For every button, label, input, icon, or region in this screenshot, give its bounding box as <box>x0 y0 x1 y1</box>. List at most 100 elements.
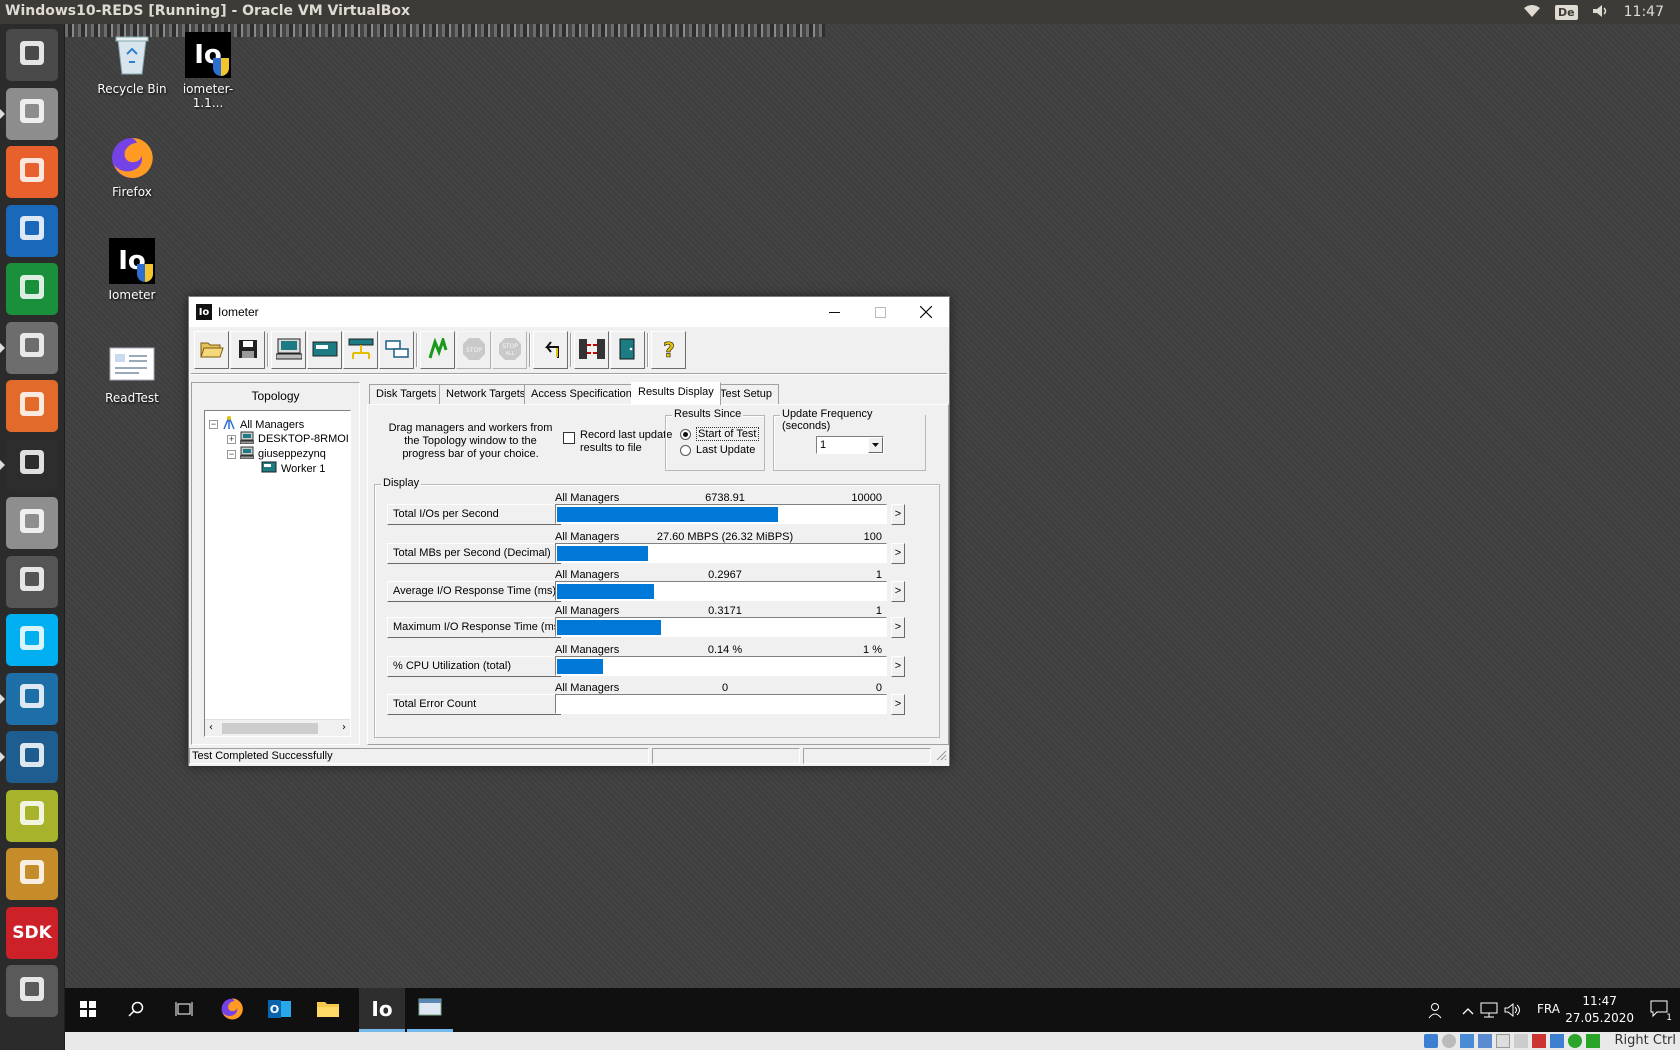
desktop-icon-iometer-installer[interactable]: Io iometer-1.1... <box>170 32 246 110</box>
metric-progress-bar[interactable] <box>555 694 887 714</box>
tree-item-manager-desktop[interactable]: + DESKTOP-8RMOI <box>227 431 349 447</box>
exit-button[interactable] <box>610 331 645 369</box>
desktop-icon-recycle-bin[interactable]: Recycle Bin <box>94 32 170 96</box>
save-config-button[interactable] <box>230 331 265 369</box>
launcher-system-settings[interactable] <box>6 321 58 374</box>
usb-icon[interactable] <box>1460 1034 1474 1048</box>
launcher-files[interactable] <box>6 87 58 140</box>
tree-item-manager-giuseppezynq[interactable]: − giuseppezynq <box>227 446 326 462</box>
start-button[interactable] <box>65 988 111 1032</box>
virtualbox-device-icons[interactable] <box>1424 1034 1600 1048</box>
collapse-icon[interactable]: − <box>209 420 218 429</box>
help-button[interactable]: ? <box>651 331 686 369</box>
resize-grip-icon[interactable] <box>936 750 947 764</box>
shared-folders-icon[interactable] <box>1496 1034 1510 1048</box>
metric-more-button[interactable]: > <box>891 694 905 715</box>
launcher-app-yellow[interactable] <box>6 789 58 842</box>
topology-tree[interactable]: − All Managers + DESKTOP-8RMOI − giusepp… <box>204 410 351 737</box>
tree-item-worker-1[interactable]: Worker 1 <box>261 461 325 476</box>
search-button[interactable] <box>113 988 159 1032</box>
metric-select-button[interactable]: Maximum I/O Response Time (ms) <box>387 617 561 638</box>
stop-all-button[interactable]: STOP ALL <box>492 331 527 369</box>
recording-icon[interactable] <box>1532 1034 1546 1048</box>
collapse-icon[interactable]: − <box>227 449 236 459</box>
taskbar-clock[interactable]: 11:47 27.05.2020 <box>1565 993 1634 1027</box>
metric-more-button[interactable]: > <box>891 504 905 525</box>
tab-access-specifications[interactable]: Access Specifications <box>524 384 645 404</box>
host-clock[interactable]: 11:47 <box>1624 4 1664 20</box>
radio-start-of-test[interactable]: Start of Test <box>680 427 759 441</box>
launcher-app-blue[interactable] <box>6 672 58 725</box>
mouse-integration-icon[interactable] <box>1586 1034 1600 1048</box>
launcher-text-editor[interactable] <box>6 497 58 549</box>
scrollbar-thumb[interactable] <box>222 723 318 734</box>
taskbar-outlook[interactable]: O <box>257 988 303 1032</box>
launcher-system-monitor[interactable] <box>6 731 58 783</box>
network-adapter-icon[interactable] <box>1478 1034 1492 1048</box>
launcher-terminal[interactable] <box>6 438 58 491</box>
desktop-icon-iometer[interactable]: Io Iometer <box>94 238 170 302</box>
launcher-ubuntu-software[interactable] <box>6 380 58 432</box>
taskbar-file-explorer[interactable] <box>305 988 351 1032</box>
action-center-icon[interactable]: 1 <box>1650 1000 1672 1023</box>
network-icon[interactable] <box>1480 1002 1498 1021</box>
tab-test-setup[interactable]: Test Setup <box>713 384 779 404</box>
show-hidden-icons-chevron[interactable] <box>1462 1004 1474 1018</box>
cpu-icon[interactable] <box>1550 1034 1564 1048</box>
metric-more-button[interactable]: > <box>891 656 905 677</box>
taskbar-firefox[interactable] <box>209 988 255 1032</box>
launcher-libreoffice-writer[interactable] <box>6 204 58 257</box>
metric-select-button[interactable]: Total Error Count <box>387 694 561 715</box>
minimize-button[interactable] <box>811 297 857 327</box>
metric-select-button[interactable]: Total I/Os per Second <box>387 504 561 525</box>
disconnect-managers-button[interactable] <box>574 331 609 369</box>
tab-network-targets[interactable]: Network Targets <box>439 384 533 404</box>
launcher-sdk[interactable]: SDK <box>6 906 58 959</box>
launcher-libreoffice-calc[interactable] <box>6 263 58 315</box>
launcher-ubuntu-dash[interactable] <box>6 29 58 81</box>
launcher-firefox[interactable] <box>6 146 58 198</box>
metric-more-button[interactable]: > <box>891 617 905 638</box>
expand-icon[interactable]: + <box>227 434 236 444</box>
topology-horizontal-scrollbar[interactable]: ‹ › <box>205 719 350 736</box>
scroll-right-icon[interactable]: › <box>342 722 346 733</box>
keyboard-layout-indicator[interactable]: De <box>1555 4 1578 20</box>
launcher-trash[interactable] <box>6 965 58 1017</box>
taskbar-readtest[interactable] <box>407 988 453 1032</box>
input-language[interactable]: FRA <box>1537 1002 1560 1016</box>
metric-progress-bar[interactable] <box>555 543 887 563</box>
metric-select-button[interactable]: Total MBs per Second (Decimal) <box>387 543 561 564</box>
start-disk-worker-button[interactable] <box>307 331 342 369</box>
volume-icon[interactable] <box>1592 4 1610 21</box>
update-frequency-select[interactable]: 1 <box>816 436 884 454</box>
optical-drive-icon[interactable] <box>1442 1034 1456 1048</box>
metric-progress-bar[interactable] <box>555 581 887 601</box>
scroll-left-icon[interactable]: ‹ <box>209 722 213 733</box>
start-tests-button[interactable] <box>420 331 455 369</box>
launcher-skype[interactable] <box>6 614 58 666</box>
metric-more-button[interactable]: > <box>891 581 905 602</box>
metric-progress-bar[interactable] <box>555 656 887 676</box>
launcher-app-search[interactable] <box>6 848 58 900</box>
launcher-disks[interactable] <box>6 555 58 608</box>
close-button[interactable] <box>903 297 949 327</box>
iometer-title-bar[interactable]: Io Iometer <box>189 297 949 327</box>
hard-disk-icon[interactable] <box>1424 1034 1438 1048</box>
wifi-icon[interactable] <box>1523 4 1541 21</box>
reset-workers-button[interactable] <box>533 331 568 369</box>
desktop-icon-readtest[interactable]: ReadTest <box>94 341 170 405</box>
chevron-down-icon[interactable] <box>868 437 883 453</box>
guest-additions-icon[interactable] <box>1568 1034 1582 1048</box>
stop-test-button[interactable]: STOP <box>456 331 491 369</box>
metric-progress-bar[interactable] <box>555 617 887 637</box>
maximize-button[interactable] <box>857 297 903 327</box>
desktop-icon-firefox[interactable]: Firefox <box>94 135 170 199</box>
duplicate-worker-button[interactable] <box>379 331 414 369</box>
radio-last-update[interactable]: Last Update <box>680 444 755 456</box>
metric-select-button[interactable]: Average I/O Response Time (ms) <box>387 581 561 602</box>
record-checkbox[interactable] <box>563 432 575 447</box>
metric-more-button[interactable]: > <box>891 543 905 564</box>
metric-select-button[interactable]: % CPU Utilization (total) <box>387 656 561 677</box>
open-config-button[interactable] <box>194 331 229 369</box>
display-icon[interactable] <box>1514 1034 1528 1048</box>
